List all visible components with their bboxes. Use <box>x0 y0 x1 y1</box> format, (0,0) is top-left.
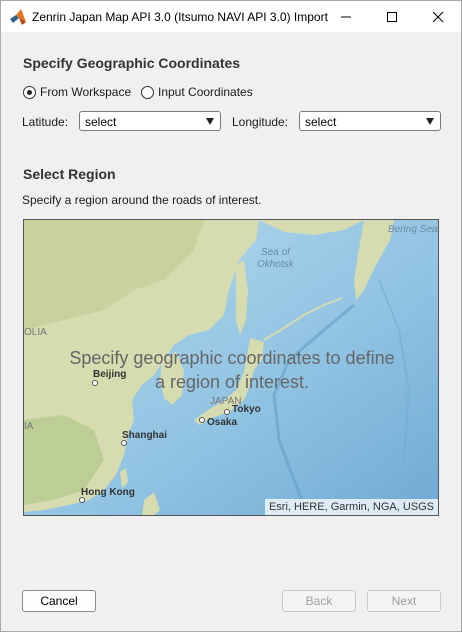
radio-button-unselected[interactable] <box>141 85 154 99</box>
map-label-bering-sea: Bering Sea <box>388 224 438 235</box>
longitude-label: Longitude: <box>232 115 289 129</box>
import-dialog: Zenrin Japan Map API 3.0 (Itsumo NAVI AP… <box>0 0 462 632</box>
map-label-olia: OLIA <box>24 327 47 338</box>
close-icon <box>432 11 444 22</box>
map-label-shanghai: Shanghai <box>122 430 168 441</box>
minimize-icon <box>341 16 351 17</box>
map-message-line2: a region of interest. <box>154 372 310 392</box>
longitude-value: select <box>305 115 337 129</box>
longitude-dropdown[interactable]: select <box>299 111 441 131</box>
radio-input-coordinates-label: Input Coordinates <box>158 85 253 99</box>
map-label-osaka: Osaka <box>207 417 238 428</box>
next-button[interactable]: Next <box>367 590 441 612</box>
back-button[interactable]: Back <box>282 590 356 612</box>
maximize-icon <box>387 11 397 22</box>
city-marker-osaka <box>199 417 205 423</box>
radio-from-workspace-label: From Workspace <box>40 85 132 99</box>
map-label-hong-kong: Hong Kong <box>81 487 135 498</box>
maximize-button[interactable] <box>369 1 415 32</box>
map-label-sea-of: Sea of <box>261 247 290 258</box>
map-label-okhotsk: Okhotsk <box>257 259 294 270</box>
map-message-line1: Specify geographic coordinates to define <box>69 348 395 368</box>
city-marker-tokyo <box>224 409 230 415</box>
coords-heading: Specify Geographic Coordinates <box>23 55 241 71</box>
region-description: Specify a region around the roads of int… <box>22 193 262 207</box>
map-view[interactable]: Sea of Okhotsk Bering Sea OLIA IA JAPAN … <box>23 219 439 516</box>
latitude-value: select <box>85 115 117 129</box>
radio-from-workspace[interactable]: From Workspace <box>23 84 131 100</box>
matlab-icon <box>10 9 26 25</box>
minimize-button[interactable] <box>323 1 369 32</box>
close-button[interactable] <box>415 1 461 32</box>
cancel-button[interactable]: Cancel <box>22 590 96 612</box>
chevron-down-icon <box>426 118 434 125</box>
map-label-ia: IA <box>24 421 34 432</box>
radio-input-coordinates[interactable]: Input Coordinates <box>141 84 253 100</box>
latitude-label: Latitude: <box>22 115 69 129</box>
map-placeholder-message: Specify geographic coordinates to define… <box>24 346 438 394</box>
radio-button-selected[interactable] <box>23 85 36 99</box>
map-label-tokyo: Tokyo <box>232 404 261 415</box>
latitude-dropdown[interactable]: select <box>79 111 221 131</box>
region-heading: Select Region <box>23 166 116 182</box>
chevron-down-icon <box>206 118 214 125</box>
window-title: Zenrin Japan Map API 3.0 (Itsumo NAVI AP… <box>32 10 328 24</box>
map-attribution: Esri, HERE, Garmin, NGA, USGS <box>264 499 438 515</box>
title-bar: Zenrin Japan Map API 3.0 (Itsumo NAVI AP… <box>1 1 461 32</box>
